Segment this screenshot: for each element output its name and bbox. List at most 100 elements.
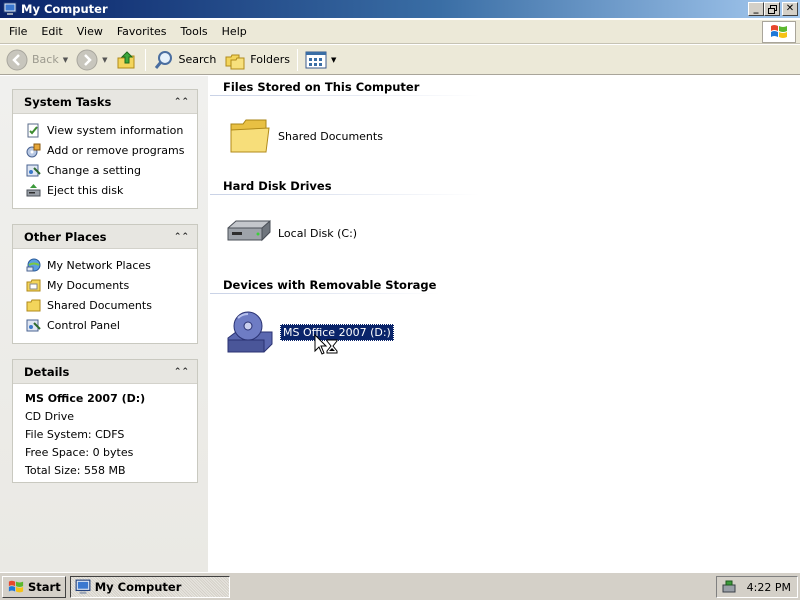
title-bar[interactable]: My Computer _ ✕ [0,0,800,18]
folders-icon [225,54,245,69]
task-label: Eject this disk [47,183,124,197]
start-button[interactable]: Start [2,575,66,598]
section-title: Hard Disk Drives [223,179,332,193]
forward-button[interactable]: ▼ [72,47,111,73]
details-panel: Details ⌃⌃ MS Office 2007 (D:) CD Drive … [12,359,198,483]
minimize-button[interactable]: _ [748,2,764,16]
search-label: Search [178,53,217,66]
back-arrow-icon [6,49,28,70]
taskbar-button-label: My Computer [94,579,182,594]
control-panel-icon [25,317,41,333]
item-label: Local Disk (C:) [278,226,358,240]
views-icon [305,51,327,68]
task-view-system-information[interactable]: View system information [25,120,197,140]
views-button[interactable]: ▼ [301,47,340,73]
back-button[interactable]: Back ▼ [2,47,72,73]
back-label: Back [32,53,59,66]
taskbar: Start My Computer 4:22 PM [0,572,800,600]
section-divider [210,194,480,195]
task-change-setting[interactable]: Change a setting [25,160,197,180]
eject-icon [25,182,41,198]
place-label: My Network Places [47,258,151,272]
collapse-chevron-icon[interactable]: ⌃⌃ [174,232,189,242]
menu-view[interactable]: View [70,25,110,38]
place-label: My Documents [47,278,130,292]
close-icon: ✕ [785,3,795,14]
task-pane: System Tasks ⌃⌃ View system information … [0,76,208,572]
details-title: Details [24,364,70,379]
content-pane[interactable]: Files Stored on This Computer Shared Doc… [208,76,800,572]
cd-drive-icon [227,311,273,353]
forward-dropdown-icon[interactable]: ▼ [102,56,107,64]
task-add-remove-programs[interactable]: Add or remove programs [25,140,197,160]
folders-button[interactable]: Folders [220,47,294,73]
system-tasks-title: System Tasks [24,94,112,109]
taskbar-my-computer-button[interactable]: My Computer [69,575,230,598]
restore-button[interactable] [764,2,780,16]
place-my-network-places[interactable]: My Network Places [25,255,197,275]
other-places-panel: Other Places ⌃⌃ My Network Places My Doc… [12,224,198,344]
folders-label: Folders [250,53,291,66]
close-button[interactable]: ✕ [782,2,798,16]
other-places-header[interactable]: Other Places ⌃⌃ [13,225,197,249]
place-control-panel[interactable]: Control Panel [25,315,197,335]
details-header[interactable]: Details ⌃⌃ [13,360,197,384]
system-tasks-header[interactable]: System Tasks ⌃⌃ [13,90,197,114]
system-info-icon [25,122,41,138]
section-title: Files Stored on This Computer [223,80,420,94]
menu-edit[interactable]: Edit [34,25,69,38]
details-body: MS Office 2007 (D:) CD Drive File System… [13,384,197,488]
section-title: Devices with Removable Storage [223,278,437,292]
restore-icon [767,4,777,14]
windows-logo [762,21,796,43]
other-places-list: My Network Places My Documents Shared Do… [13,249,197,343]
item-label: Shared Documents [278,129,383,143]
back-dropdown-icon[interactable]: ▼ [63,56,68,64]
menu-favorites[interactable]: Favorites [110,25,174,38]
task-eject-disk[interactable]: Eject this disk [25,180,197,200]
windows-flag-icon [771,25,787,38]
collapse-chevron-icon[interactable]: ⌃⌃ [174,97,189,107]
folder-icon [230,119,270,153]
collapse-chevron-icon[interactable]: ⌃⌃ [174,367,189,377]
details-total-size: Total Size: 558 MB [25,464,126,477]
search-button[interactable]: Search [149,47,221,73]
system-tasks-panel: System Tasks ⌃⌃ View system information … [12,89,198,209]
views-dropdown-icon[interactable]: ▼ [331,56,336,64]
up-folder-button[interactable] [112,47,142,73]
menu-bar: File Edit View Favorites Tools Help [0,20,800,44]
my-documents-icon [25,277,41,293]
menu-tools[interactable]: Tools [174,25,215,38]
add-remove-programs-icon [25,142,41,158]
menu-help[interactable]: Help [215,25,254,38]
section-divider [210,95,480,96]
my-computer-icon [3,2,17,15]
system-tray: 4:22 PM [716,576,798,598]
place-shared-documents[interactable]: Shared Documents [25,295,197,315]
place-label: Control Panel [47,318,120,332]
place-label: Shared Documents [47,298,152,312]
details-item-name: MS Office 2007 (D:) [25,392,146,405]
shared-documents-icon [25,297,41,313]
local-disk-item[interactable]: Local Disk (C:) [226,218,357,248]
other-places-title: Other Places [24,229,107,244]
my-computer-icon [75,579,91,594]
start-label: Start [28,579,61,594]
shared-documents-item[interactable]: Shared Documents [228,116,383,156]
details-free-space: Free Space: 0 bytes [25,446,134,459]
window-title: My Computer [21,2,108,16]
task-label: Add or remove programs [47,143,185,157]
place-my-documents[interactable]: My Documents [25,275,197,295]
network-places-icon [25,257,41,273]
cd-drive-item[interactable]: MS Office 2007 (D:) [226,308,394,356]
system-tasks-list: View system information Add or remove pr… [13,114,197,208]
busy-cursor-icon [314,334,338,355]
details-item-type: CD Drive [25,410,74,423]
clock[interactable]: 4:22 PM [747,581,791,594]
safely-remove-hardware-icon[interactable] [721,579,737,595]
task-label: Change a setting [47,163,141,177]
details-file-system: File System: CDFS [25,428,125,441]
section-divider [210,293,440,294]
toolbar-separator [297,48,299,71]
menu-file[interactable]: File [0,25,34,38]
